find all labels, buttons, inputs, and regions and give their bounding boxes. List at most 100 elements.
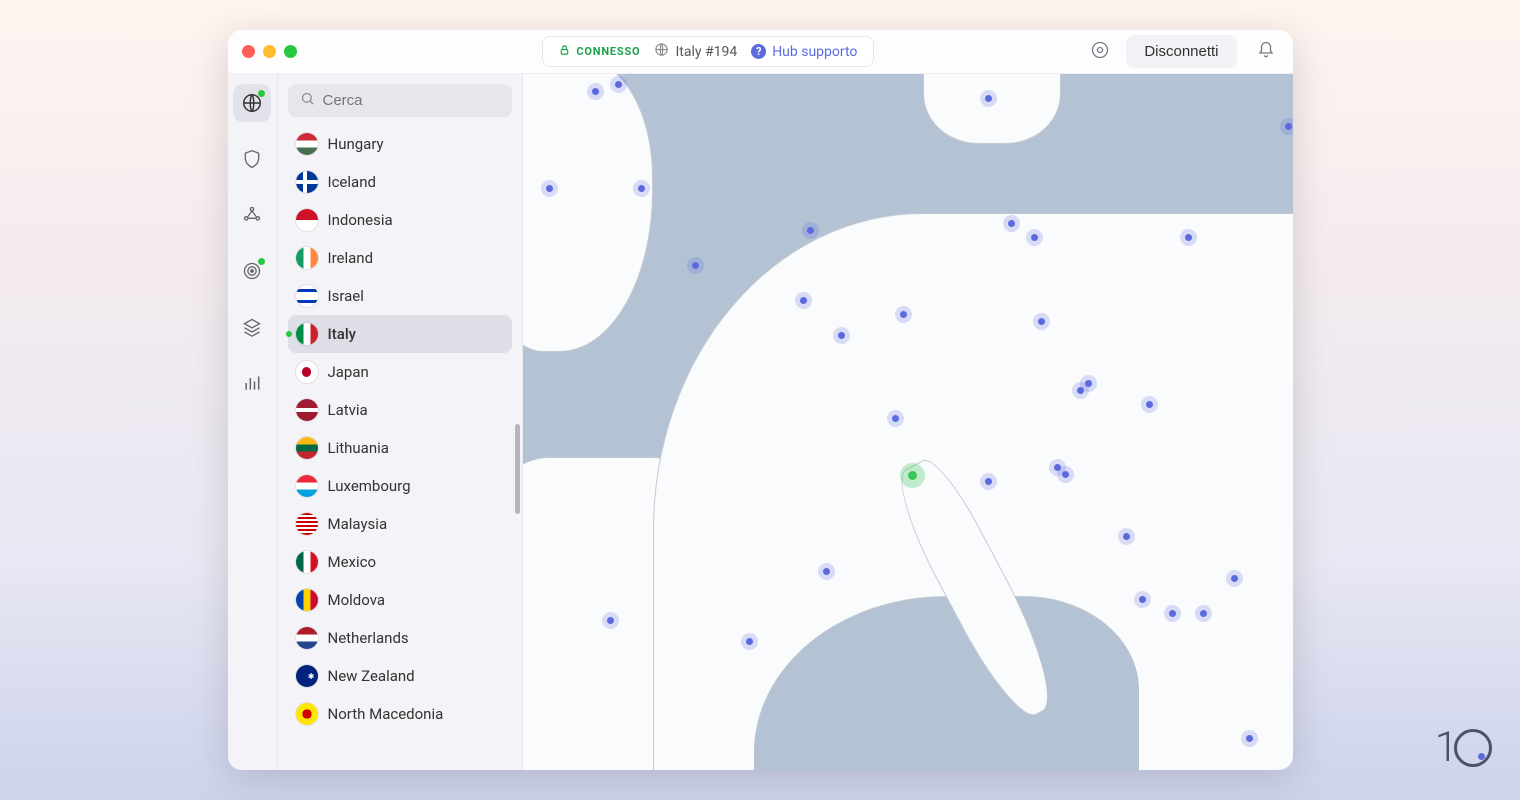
app-window: CONNESSO Italy #194 ? Hub supporto Disco… — [228, 30, 1293, 770]
map-server-dot[interactable] — [607, 617, 614, 624]
map-server-dot[interactable] — [746, 638, 753, 645]
flag-icon — [296, 665, 318, 687]
country-item-ireland[interactable]: Ireland — [288, 239, 512, 277]
map-server-dot[interactable] — [638, 185, 645, 192]
search-bar[interactable] — [288, 84, 512, 117]
country-label: Italy — [328, 325, 357, 343]
map-server-dot[interactable] — [892, 415, 899, 422]
country-item-malaysia[interactable]: Malaysia — [288, 505, 512, 543]
country-label: Moldova — [328, 591, 386, 609]
country-label: Latvia — [328, 401, 368, 419]
country-label: North Macedonia — [328, 705, 444, 723]
map-server-dot[interactable] — [1139, 596, 1146, 603]
country-label: Iceland — [328, 173, 376, 191]
lock-icon — [559, 44, 570, 59]
country-item-iceland[interactable]: Iceland — [288, 163, 512, 201]
maximize-window-button[interactable] — [284, 45, 297, 58]
settings-icon[interactable] — [1090, 40, 1110, 64]
map-server-dot[interactable] — [807, 227, 814, 234]
nav-radar[interactable] — [233, 252, 271, 290]
flag-icon — [296, 133, 318, 155]
map-server-dot[interactable] — [1062, 471, 1069, 478]
map-server-dot[interactable] — [1123, 533, 1130, 540]
flag-icon — [296, 551, 318, 573]
country-item-new-zealand[interactable]: New Zealand — [288, 657, 512, 695]
flag-icon — [296, 171, 318, 193]
active-indicator-dot — [258, 90, 265, 97]
map-server-dot[interactable] — [1200, 610, 1207, 617]
flag-icon — [296, 323, 318, 345]
support-hub-link[interactable]: ? Hub supporto — [751, 44, 857, 60]
map-server-dot[interactable] — [546, 185, 553, 192]
map-server-dot[interactable] — [1038, 318, 1045, 325]
country-item-latvia[interactable]: Latvia — [288, 391, 512, 429]
map-server-dot-active[interactable] — [908, 471, 917, 480]
map-view[interactable] — [523, 74, 1293, 770]
map-server-dot[interactable] — [1031, 234, 1038, 241]
country-item-israel[interactable]: Israel — [288, 277, 512, 315]
map-server-dot[interactable] — [1231, 575, 1238, 582]
selected-dot — [286, 331, 292, 337]
nav-mesh[interactable] — [233, 196, 271, 234]
map-server-dot[interactable] — [838, 332, 845, 339]
map-server-dot[interactable] — [615, 81, 622, 88]
landmass — [523, 74, 654, 352]
flag-icon — [296, 399, 318, 421]
nav-shield[interactable] — [233, 140, 271, 178]
country-item-lithuania[interactable]: Lithuania — [288, 429, 512, 467]
map-server-dot[interactable] — [800, 297, 807, 304]
minimize-window-button[interactable] — [263, 45, 276, 58]
titlebar-right: Disconnetti — [1090, 35, 1278, 68]
map-server-dot[interactable] — [900, 311, 907, 318]
map-server-dot[interactable] — [1185, 234, 1192, 241]
notifications-button[interactable] — [1253, 37, 1279, 66]
country-item-moldova[interactable]: Moldova — [288, 581, 512, 619]
country-label: Israel — [328, 287, 364, 305]
map-server-dot[interactable] — [1169, 610, 1176, 617]
content: Hungary Iceland Indonesia Ireland Israel Ital… — [228, 74, 1293, 770]
titlebar: CONNESSO Italy #194 ? Hub supporto Disco… — [228, 30, 1293, 74]
country-label: Hungary — [328, 135, 384, 153]
close-window-button[interactable] — [242, 45, 255, 58]
flag-icon — [296, 209, 318, 231]
map-server-dot[interactable] — [985, 95, 992, 102]
country-item-hungary[interactable]: Hungary — [288, 125, 512, 163]
map-server-dot[interactable] — [1285, 123, 1292, 130]
map-server-dot[interactable] — [1246, 735, 1253, 742]
map-server-dot[interactable] — [1085, 380, 1092, 387]
disconnect-button[interactable]: Disconnetti — [1126, 35, 1236, 68]
country-item-japan[interactable]: Japan — [288, 353, 512, 391]
flag-icon — [296, 703, 318, 725]
search-input[interactable] — [323, 92, 500, 109]
flag-icon — [296, 627, 318, 649]
globe-icon — [654, 42, 669, 61]
country-item-italy[interactable]: Italy — [288, 315, 512, 353]
nav-stats[interactable] — [233, 364, 271, 402]
map-server-dot[interactable] — [1008, 220, 1015, 227]
map-server-dot[interactable] — [823, 568, 830, 575]
country-label: Japan — [328, 363, 369, 381]
status-server[interactable]: Italy #194 — [654, 42, 737, 61]
nav-layers[interactable] — [233, 308, 271, 346]
country-item-mexico[interactable]: Mexico — [288, 543, 512, 581]
country-item-indonesia[interactable]: Indonesia — [288, 201, 512, 239]
traffic-lights — [242, 45, 297, 58]
country-list[interactable]: Hungary Iceland Indonesia Ireland Israel Ital… — [278, 125, 522, 770]
scrollbar-thumb[interactable] — [515, 424, 520, 514]
flag-icon — [296, 247, 318, 269]
country-label: Lithuania — [328, 439, 389, 457]
country-item-luxembourg[interactable]: Luxembourg — [288, 467, 512, 505]
country-label: Malaysia — [328, 515, 388, 533]
flag-icon — [296, 513, 318, 535]
map-server-dot[interactable] — [1146, 401, 1153, 408]
country-label: Indonesia — [328, 211, 393, 229]
nav-globe[interactable] — [233, 84, 271, 122]
country-item-north-macedonia[interactable]: North Macedonia — [288, 695, 512, 733]
sidebar-nav — [228, 74, 278, 770]
status-pill: CONNESSO Italy #194 ? Hub supporto — [542, 36, 874, 67]
map-server-dot[interactable] — [985, 478, 992, 485]
map-server-dot[interactable] — [692, 262, 699, 269]
country-item-netherlands[interactable]: Netherlands — [288, 619, 512, 657]
map-server-dot[interactable] — [592, 88, 599, 95]
status-connected: CONNESSO — [559, 44, 640, 59]
